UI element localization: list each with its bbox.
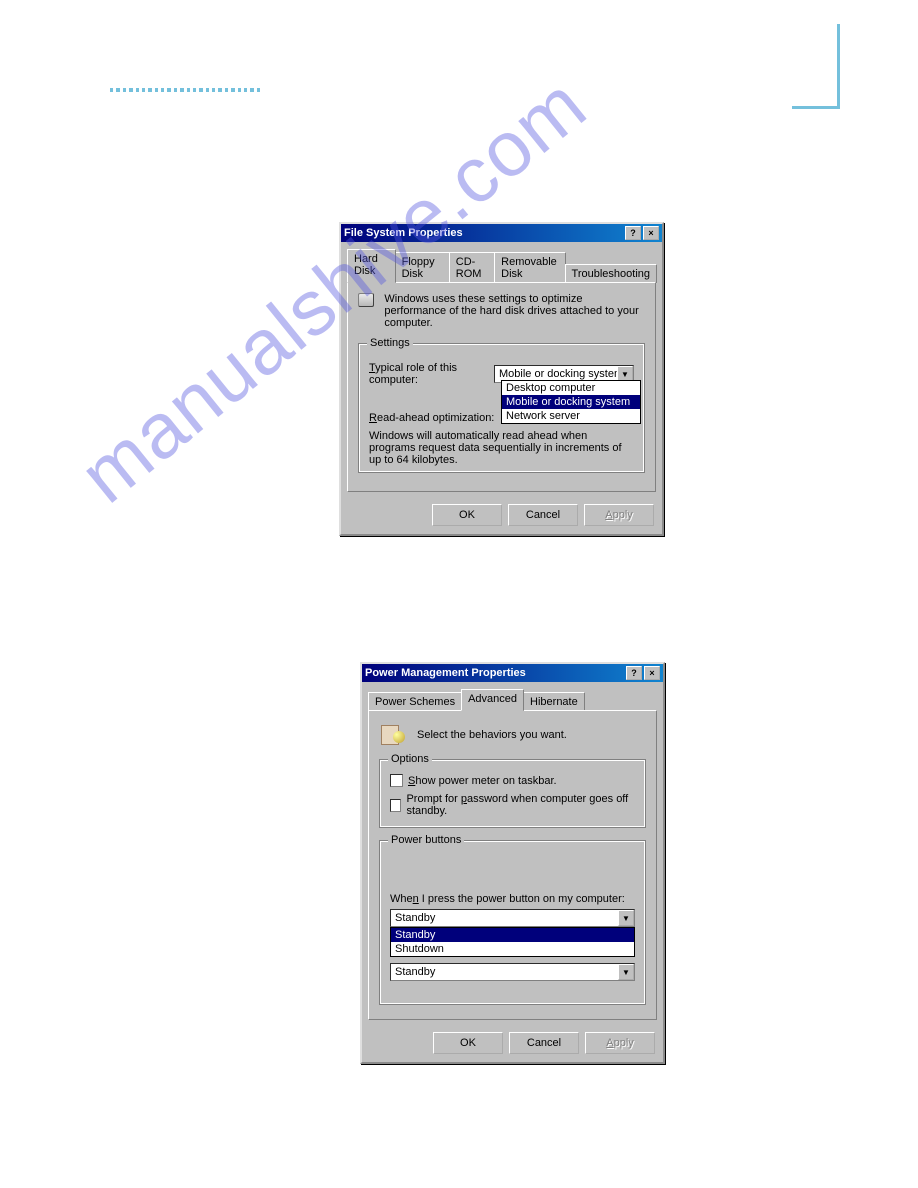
power-button-combobox-2[interactable]: Standby ▼ (390, 963, 635, 981)
tab-troubleshooting[interactable]: Troubleshooting (565, 264, 657, 283)
chevron-down-icon[interactable]: ▼ (618, 964, 634, 980)
tab-advanced[interactable]: Advanced (461, 689, 524, 711)
ok-button[interactable]: OK (433, 1032, 503, 1054)
power-management-properties-dialog: Power Management Properties ? × Power Sc… (360, 662, 665, 1064)
options-group: Options Show power meter on taskbar. Pro… (379, 759, 646, 828)
close-icon[interactable]: × (644, 666, 660, 680)
tab-label: Hibernate (530, 696, 578, 708)
close-icon[interactable]: × (643, 226, 659, 240)
apply-button[interactable]: Apply (585, 1032, 655, 1054)
cancel-button[interactable]: Cancel (508, 504, 578, 526)
description-text: Select the behaviors you want. (417, 729, 567, 741)
tab-label: Power Schemes (375, 696, 455, 708)
dialog-button-row: OK Cancel Apply (362, 1026, 663, 1062)
role-dropdown-list[interactable]: Desktop computer Mobile or docking syste… (501, 380, 641, 424)
cancel-button[interactable]: Cancel (509, 1032, 579, 1054)
titlebar[interactable]: Power Management Properties ? × (362, 664, 663, 682)
readahead-label: Read-ahead optimization: (369, 412, 501, 424)
hard-disk-icon (358, 293, 374, 307)
combo-value: Mobile or docking system (495, 368, 617, 380)
checkbox-label: Prompt for password when computer goes o… (406, 793, 635, 817)
file-system-properties-dialog: File System Properties ? × Hard Disk Flo… (339, 222, 664, 536)
tab-label: Hard Disk (354, 253, 378, 277)
tab-label: CD-ROM (456, 256, 482, 280)
decor-corner-mark (792, 24, 840, 109)
dialog-title: Power Management Properties (365, 667, 624, 679)
tab-floppy-disk[interactable]: Floppy Disk (395, 252, 450, 283)
titlebar[interactable]: File System Properties ? × (341, 224, 662, 242)
group-legend: Power buttons (388, 834, 464, 846)
checkbox-label: Show power meter on taskbar. (408, 775, 557, 787)
tab-hard-disk[interactable]: Hard Disk (347, 249, 396, 283)
group-legend: Settings (367, 337, 413, 349)
group-legend: Options (388, 753, 432, 765)
power-button-combobox[interactable]: Standby ▼ (390, 909, 635, 927)
tab-body: Select the behaviors you want. Options S… (368, 710, 657, 1020)
ok-button[interactable]: OK (432, 504, 502, 526)
help-icon[interactable]: ? (625, 226, 641, 240)
dialog-button-row: OK Cancel Apply (341, 498, 662, 534)
power-button-dropdown-list[interactable]: Standby Shutdown (390, 927, 635, 957)
tab-strip: Hard Disk Floppy Disk CD-ROM Removable D… (347, 248, 656, 282)
power-management-icon (379, 721, 407, 749)
tab-power-schemes[interactable]: Power Schemes (368, 692, 462, 711)
tab-label: Advanced (468, 693, 517, 705)
list-item[interactable]: Standby (391, 928, 634, 942)
tab-label: Removable Disk (501, 256, 557, 280)
show-power-meter-checkbox[interactable] (390, 774, 403, 787)
description-text: Windows uses these settings to optimize … (384, 293, 645, 329)
list-item[interactable]: Mobile or docking system (502, 395, 640, 409)
tab-strip: Power Schemes Advanced Hibernate (368, 688, 657, 710)
help-icon[interactable]: ? (626, 666, 642, 680)
tab-hibernate[interactable]: Hibernate (523, 692, 585, 711)
combo-value: Standby (391, 966, 618, 978)
power-buttons-group: Power buttons When I press the power but… (379, 840, 646, 1005)
tab-cd-rom[interactable]: CD-ROM (449, 252, 495, 283)
tab-label: Floppy Disk (402, 256, 435, 280)
prompt-password-checkbox[interactable] (390, 799, 401, 812)
list-item[interactable]: Network server (502, 409, 640, 423)
tab-removable-disk[interactable]: Removable Disk (494, 252, 565, 283)
dialog-title: File System Properties (344, 227, 623, 239)
apply-button[interactable]: Apply (584, 504, 654, 526)
tab-body: Windows uses these settings to optimize … (347, 282, 656, 492)
combo-value: Standby (391, 912, 618, 924)
list-item[interactable]: Shutdown (391, 942, 634, 956)
settings-group: Settings Typical role of this computer: … (358, 343, 645, 473)
list-item[interactable]: Desktop computer (502, 381, 640, 395)
role-label: Typical role of this computer: (369, 362, 494, 386)
decor-dotted-line (110, 88, 260, 94)
tab-label: Troubleshooting (572, 268, 650, 280)
power-button-prompt: When I press the power button on my comp… (390, 893, 635, 905)
readahead-note: Windows will automatically read ahead wh… (369, 430, 634, 466)
chevron-down-icon[interactable]: ▼ (618, 910, 634, 926)
